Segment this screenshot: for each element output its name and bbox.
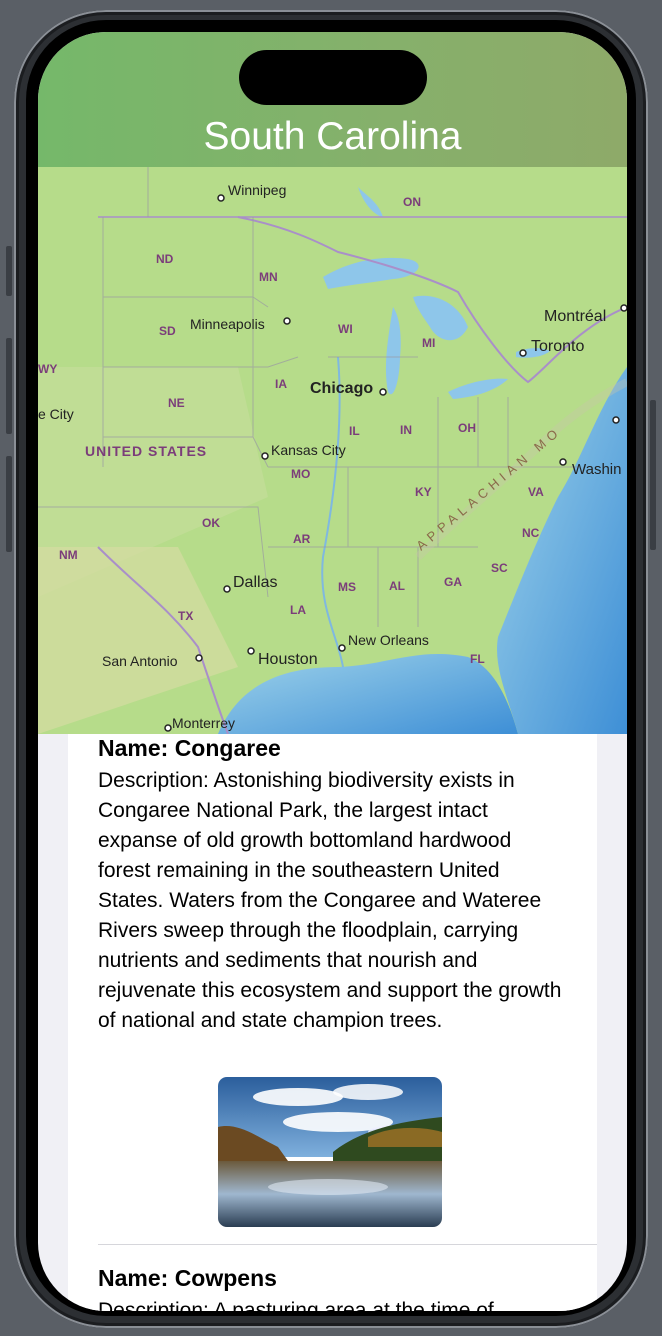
page-title: South Carolina bbox=[203, 115, 462, 158]
state-label: IN bbox=[400, 423, 412, 437]
park-name: Name: Congaree bbox=[98, 735, 281, 761]
city-label-monterrey: Monterrey bbox=[172, 715, 235, 731]
city-label-minneapolis: Minneapolis bbox=[190, 316, 265, 332]
state-label: AL bbox=[389, 579, 405, 593]
volume-down-button bbox=[6, 456, 12, 552]
power-button bbox=[650, 400, 656, 550]
state-label: MN bbox=[259, 270, 278, 284]
state-label: OH bbox=[458, 421, 476, 435]
park-photo bbox=[218, 1077, 442, 1227]
state-label: WI bbox=[338, 322, 353, 336]
state-label: ON bbox=[403, 195, 421, 209]
state-label: NC bbox=[522, 526, 540, 540]
state-label: KY bbox=[415, 485, 432, 499]
state-label: GA bbox=[444, 575, 462, 589]
city-label-montreal: Montréal bbox=[544, 308, 606, 325]
map-view[interactable]: Winnipeg Minneapolis Chicago Kansas City… bbox=[38, 167, 627, 734]
country-label: UNITED STATES bbox=[85, 443, 207, 459]
city-label-winnipeg: Winnipeg bbox=[228, 182, 286, 198]
state-label: MS bbox=[338, 580, 356, 594]
list-item[interactable]: Name: Congaree Description: Astonishing … bbox=[98, 734, 568, 1036]
state-label: MO bbox=[291, 467, 310, 481]
state-label: OK bbox=[202, 516, 220, 530]
screen: South Carolina Winnipeg Minneapolis Chic… bbox=[38, 32, 627, 1311]
state-label: NM bbox=[59, 548, 78, 562]
park-description: Description: A pasturing area at the tim… bbox=[98, 1299, 494, 1311]
city-label-washington: Washin bbox=[572, 461, 621, 478]
dynamic-island bbox=[239, 50, 427, 105]
park-list: Name: Congaree Description: Astonishing … bbox=[68, 734, 597, 1311]
state-label: FL bbox=[470, 652, 485, 666]
city-label-kansas-city: Kansas City bbox=[271, 442, 346, 458]
state-label: SD bbox=[159, 324, 176, 338]
state-label: WY bbox=[38, 362, 57, 376]
city-label-partial: e City bbox=[38, 406, 74, 422]
city-label-new-orleans: New Orleans bbox=[348, 632, 429, 648]
state-label: IA bbox=[275, 377, 287, 391]
city-label-houston: Houston bbox=[258, 651, 318, 668]
separator bbox=[98, 1244, 597, 1245]
state-label: NE bbox=[168, 396, 185, 410]
list-item[interactable]: Name: Cowpens Description: A pasturing a… bbox=[98, 1264, 568, 1311]
city-label-san-antonio: San Antonio bbox=[102, 653, 178, 669]
state-label: LA bbox=[290, 603, 306, 617]
state-label: SC bbox=[491, 561, 508, 575]
park-name: Name: Cowpens bbox=[98, 1265, 277, 1291]
volume-up-button bbox=[6, 338, 12, 434]
state-label: MI bbox=[422, 336, 435, 350]
city-label-chicago: Chicago bbox=[310, 380, 373, 397]
state-label: ND bbox=[156, 252, 174, 266]
city-label-dallas: Dallas bbox=[233, 574, 277, 591]
state-label: AR bbox=[293, 532, 311, 546]
city-label-toronto: Toronto bbox=[531, 338, 584, 355]
state-label: TX bbox=[178, 609, 193, 623]
state-label: VA bbox=[528, 485, 544, 499]
park-description: Description: Astonishing biodiversity ex… bbox=[98, 769, 562, 1032]
side-button bbox=[6, 246, 12, 296]
state-label: IL bbox=[349, 424, 360, 438]
